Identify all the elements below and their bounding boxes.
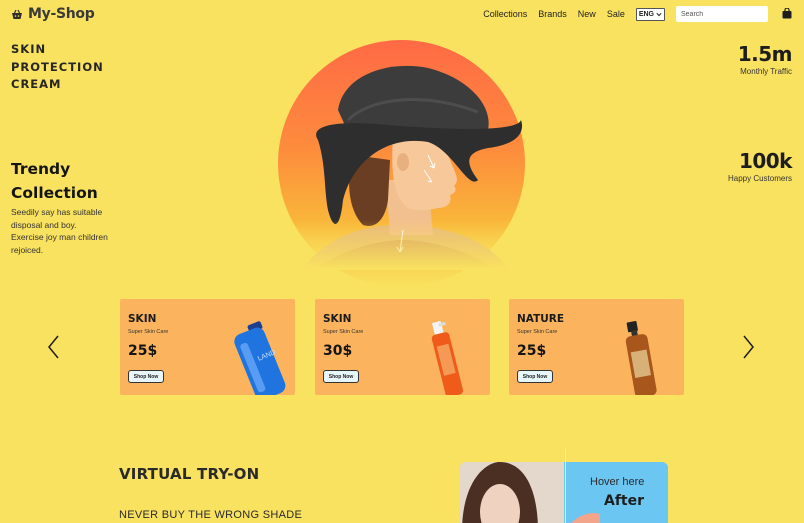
description-line: disposal and boy. — [11, 219, 77, 230]
stat-value: 1.5m — [737, 42, 793, 66]
stat-monthly-traffic: 1.5m Monthly Traffic — [737, 42, 793, 76]
product-price: 25$ — [128, 343, 158, 359]
chevron-right-icon — [743, 335, 754, 359]
product-subtitle: Super Skin Care — [323, 329, 364, 335]
shopping-bag-icon — [782, 7, 792, 19]
kicker-line: CREAM — [11, 77, 62, 91]
product-price: 25$ — [517, 343, 547, 359]
description-line: rejoiced. — [11, 244, 44, 255]
stat-label: Happy Customers — [727, 174, 792, 183]
hero-kicker: SKIN PROTECTION CREAM — [11, 41, 121, 94]
virtual-try-on-subtitle: NEVER BUY THE WRONG SHADE — [119, 509, 303, 521]
comparison-divider[interactable] — [565, 448, 566, 523]
product-title: NATURE — [517, 313, 565, 325]
after-label: After — [604, 493, 645, 509]
language-select[interactable]: ENG — [635, 7, 665, 21]
hover-hint: Hover here — [590, 476, 645, 488]
shop-now-button[interactable]: Shop Now — [517, 370, 553, 383]
nav-sale[interactable]: Sale — [607, 9, 625, 19]
product-title: SKIN — [323, 313, 352, 325]
hero-title-line: Trendy — [11, 160, 71, 178]
logo[interactable]: My-Shop — [11, 6, 95, 22]
carousel-prev-button[interactable] — [44, 333, 64, 361]
product-subtitle: Super Skin Care — [517, 329, 558, 335]
stat-value: 100k — [738, 149, 793, 173]
product-price: 30$ — [323, 343, 353, 359]
nav-brands[interactable]: Brands — [538, 9, 567, 19]
kicker-line: SKIN — [11, 42, 47, 56]
search-input[interactable] — [676, 6, 768, 22]
hero-description: Seedily say has suitable disposal and bo… — [11, 206, 121, 256]
carousel-next-button[interactable] — [738, 333, 758, 361]
orange-spray-bottle-image — [431, 321, 464, 395]
stat-happy-customers: 100k Happy Customers — [727, 149, 793, 183]
stat-label: Monthly Traffic — [740, 67, 792, 76]
cart-button[interactable] — [782, 6, 792, 24]
nav-new[interactable]: New — [578, 9, 596, 19]
amber-spray-bottle-image — [625, 321, 657, 395]
kicker-line: PROTECTION — [11, 59, 104, 74]
blue-bottle-image: LAND — [234, 321, 286, 395]
product-title: SKIN — [128, 313, 157, 325]
basket-icon — [12, 9, 22, 19]
product-subtitle: Super Skin Care — [128, 329, 169, 335]
description-line: Exercise joy man children — [11, 232, 108, 242]
hero-model-image — [278, 65, 525, 270]
chevron-left-icon — [48, 335, 59, 359]
hero-title-line: Collection — [11, 184, 98, 202]
shop-now-button[interactable]: Shop Now — [323, 370, 359, 383]
hero-title: Trendy Collection — [11, 157, 121, 205]
shop-now-button[interactable]: Shop Now — [128, 370, 164, 383]
product-card[interactable]: SKIN Super Skin Care 30$ Shop Now — [315, 299, 490, 395]
product-card[interactable]: SKIN Super Skin Care 25$ Shop Now LAND — [120, 299, 295, 395]
virtual-try-on-title: VIRTUAL TRY-ON — [119, 465, 260, 483]
description-line: Seedily say has suitable — [11, 207, 103, 217]
main-nav: Collections Brands New Sale ENG — [483, 6, 768, 22]
nav-collections[interactable]: Collections — [483, 9, 527, 19]
language-value: ENG — [638, 10, 654, 18]
logo-text: My-Shop — [28, 6, 95, 22]
product-card[interactable]: NATURE Super Skin Care 25$ Shop Now — [509, 299, 684, 395]
chevron-down-icon — [656, 12, 662, 16]
